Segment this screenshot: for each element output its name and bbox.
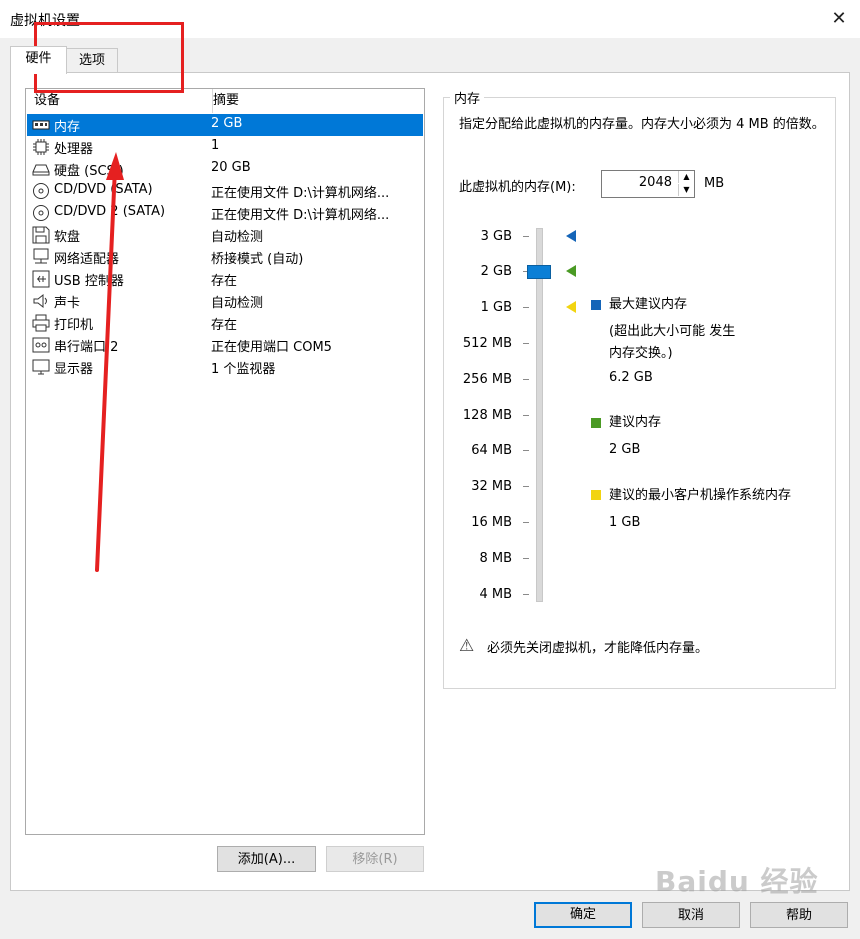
scale-label: 512 MB: [462, 336, 512, 351]
memory-group-title: 内存: [450, 88, 485, 107]
max-recommended-marker-icon: [566, 230, 576, 242]
max-recommended-note: (超出此大小可能 发生内存交换。): [609, 324, 736, 361]
scale-label: 128 MB: [462, 408, 512, 423]
spin-up-icon[interactable]: ▲: [678, 171, 694, 183]
harddisk-icon: [32, 164, 50, 176]
recommended-title: 建议内存: [609, 415, 662, 430]
speaker-icon: [33, 293, 47, 309]
minimum-value: 1 GB: [609, 515, 641, 530]
scale-label: 3 GB: [480, 229, 512, 244]
slider-tick: [523, 343, 529, 344]
minimum-title: 建议的最小客户机操作系统内存: [609, 488, 792, 503]
max-recommended-swatch-icon: [591, 300, 601, 310]
cd-icon: [33, 205, 49, 221]
slider-tick: [523, 594, 529, 595]
slider-tick: [523, 415, 529, 416]
add-button[interactable]: 添加(A)...: [217, 846, 316, 872]
cancel-button[interactable]: 取消: [642, 902, 740, 928]
device-summary: 存在: [211, 318, 238, 333]
recommended-value: 2 GB: [609, 442, 641, 457]
minimum-marker-icon: [566, 301, 576, 313]
slider-tick: [523, 236, 529, 237]
cpu-icon: [33, 139, 49, 155]
cd-icon: [33, 183, 49, 199]
help-button[interactable]: 帮助: [750, 902, 848, 928]
network-icon: [33, 248, 49, 264]
device-summary: 1: [211, 138, 220, 153]
device-summary: 1 个监视器: [211, 362, 276, 377]
close-icon[interactable]: ✕: [826, 6, 852, 32]
device-summary: 桥接模式 (自动): [211, 252, 304, 267]
max-recommended-title: 最大建议内存: [609, 297, 688, 312]
watermark: Baidu 经验: [655, 865, 819, 898]
memory-icon: [32, 120, 50, 130]
device-summary: 存在: [211, 274, 238, 289]
memory-label: 此虚拟机的内存(M):: [459, 180, 576, 195]
device-row-memory[interactable]: 内存 2 GB: [27, 114, 423, 136]
column-header-summary[interactable]: 摘要: [213, 89, 239, 113]
device-name: 内存: [54, 120, 81, 135]
device-name: 软盘: [54, 230, 81, 245]
scale-label: 2 GB: [480, 264, 512, 279]
slider-tick: [523, 522, 529, 523]
slider-tick: [523, 558, 529, 559]
device-summary: 2 GB: [211, 116, 243, 131]
slider-tick: [523, 486, 529, 487]
scale-label: 1 GB: [480, 300, 512, 315]
slider-tick: [523, 307, 529, 308]
memory-unit: MB: [704, 176, 725, 191]
device-summary: 自动检测: [211, 296, 264, 311]
device-name: 声卡: [54, 296, 81, 311]
scale-label: 4 MB: [479, 587, 512, 602]
slider-tick: [523, 379, 529, 380]
warning-icon: ⚠: [459, 636, 475, 656]
ok-button[interactable]: 确定: [534, 902, 632, 928]
device-summary: 自动检测: [211, 230, 264, 245]
scale-label: 32 MB: [471, 479, 512, 494]
device-summary: 正在使用文件 D:\计算机网络...: [211, 186, 390, 201]
floppy-icon: [32, 226, 50, 244]
memory-description: 指定分配给此虚拟机的内存量。内存大小必须为 4 MB 的倍数。: [459, 117, 825, 132]
annotation-arrow-icon: [95, 152, 124, 572]
device-summary: 正在使用端口 COM5: [211, 340, 332, 355]
printer-icon: [32, 314, 50, 332]
scale-label: 8 MB: [479, 551, 512, 566]
device-summary: 20 GB: [211, 160, 251, 175]
warning-text: 必须先关闭虚拟机，才能降低内存量。: [487, 641, 709, 656]
monitor-icon: [32, 359, 50, 375]
slider-tick: [523, 450, 529, 451]
max-recommended-value: 6.2 GB: [609, 370, 653, 385]
serial-port-icon: [32, 337, 50, 353]
device-summary: 正在使用文件 D:\计算机网络...: [211, 208, 390, 223]
usb-icon: [32, 270, 50, 288]
remove-button[interactable]: 移除(R): [326, 846, 424, 872]
minimum-swatch-icon: [591, 490, 601, 500]
tab-hardware[interactable]: 硬件: [10, 46, 67, 74]
memory-input-value: 2048: [638, 175, 672, 190]
recommended-swatch-icon: [591, 418, 601, 428]
memory-slider-thumb[interactable]: [527, 265, 551, 279]
scale-label: 16 MB: [471, 515, 512, 530]
spin-down-icon[interactable]: ▼: [678, 184, 694, 196]
recommended-marker-icon: [566, 265, 576, 277]
scale-label: 256 MB: [462, 372, 512, 387]
memory-slider-track[interactable]: [536, 228, 543, 602]
scale-label: 64 MB: [471, 443, 512, 458]
